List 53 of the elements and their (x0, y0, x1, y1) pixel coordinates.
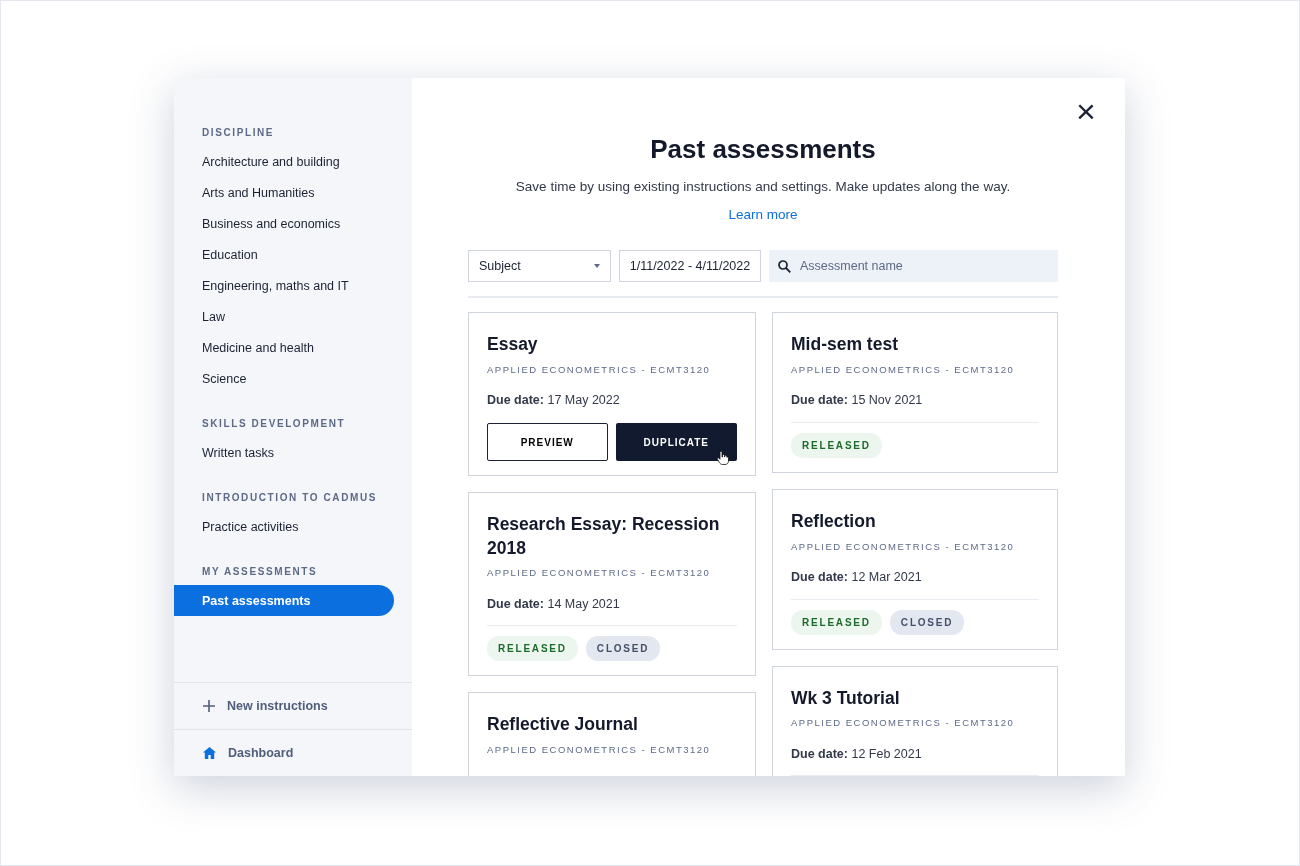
due-date: Due date: 17 May 2022 (487, 392, 621, 410)
search-icon (778, 260, 791, 274)
status-tag: RELEASED (791, 609, 882, 635)
section-heading: MY ASSESSMENTS (201, 565, 319, 579)
dialog-title: Past assessments (649, 134, 877, 166)
sidebar-item[interactable]: Past assessments (174, 585, 394, 616)
sidebar-item[interactable]: Written tasks (174, 437, 394, 468)
due-date: Due date: 12 Mar 2021 (791, 567, 1039, 600)
section-heading: DISCIPLINE (201, 126, 276, 140)
card-title: Wk 3 Tutorial (791, 686, 901, 710)
sidebar-item[interactable]: Law (174, 301, 394, 332)
sidebar-item[interactable]: Architecture and building (174, 146, 394, 177)
status-tag: CLOSED (585, 636, 661, 662)
status-tag: RELEASED (487, 636, 578, 662)
plus-icon (203, 700, 215, 712)
home-icon (203, 747, 216, 759)
dialog-subtitle: Save time by using existing instructions and settings. Make updates along the way. (514, 178, 1012, 197)
caret-icon (594, 264, 600, 269)
close-button[interactable]: × (1069, 94, 1103, 128)
status-tag: CLOSED (889, 609, 965, 635)
search-field[interactable]: Assessment name (769, 250, 1058, 283)
card-title: Research Essay: Recession 2018 (487, 513, 721, 560)
section-heading: INTRODUCTION TO CADMUS (201, 491, 378, 505)
duplicate-button[interactable]: DUPLICATE (615, 423, 737, 462)
card-title: Reflection (791, 510, 877, 534)
subject-dropdown[interactable]: Subject (468, 250, 611, 283)
course-label: APPLIED ECONOMETRICS - ECMT3120 (791, 363, 1016, 378)
course-label: APPLIED ECONOMETRICS - ECMT3120 (791, 716, 1016, 731)
due-date: Due date: 14 May 2021 (487, 594, 737, 627)
card-title: Reflective Journal (487, 713, 639, 737)
sidebar-item[interactable]: Engineering, maths and IT (174, 270, 394, 301)
due-date: Due date: 15 Nov 2021 (791, 391, 1039, 424)
sidebar-item[interactable]: Business and economics (174, 208, 394, 239)
course-label: APPLIED ECONOMETRICS - ECMT3120 (487, 742, 712, 757)
sidebar-link[interactable]: Dashboard (228, 743, 294, 763)
card-title: Mid-sem test (791, 333, 899, 357)
card-title: Essay (487, 333, 539, 357)
sidebar-item[interactable]: Science (174, 363, 394, 394)
due-date: Due date: 12 Feb 2021 (791, 744, 1039, 776)
sidebar-item[interactable]: Practice activities (174, 511, 394, 542)
status-tag: RELEASED (791, 433, 882, 459)
section-heading: SKILLS DEVELOPMENT (201, 417, 347, 431)
sidebar-item[interactable]: Arts and Humanities (174, 177, 394, 208)
course-label: APPLIED ECONOMETRICS - ECMT3120 (791, 539, 1016, 554)
sidebar-link[interactable]: New instructions (227, 696, 328, 716)
date-range-field[interactable]: 1/11/2022 - 4/11/2022 (619, 250, 761, 283)
course-label: APPLIED ECONOMETRICS - ECMT3120 (487, 363, 712, 378)
learn-more-link[interactable]: Learn more (728, 207, 798, 223)
sidebar-item[interactable]: Medicine and health (174, 332, 394, 363)
pointer-cursor-icon (717, 451, 729, 466)
course-label: APPLIED ECONOMETRICS - ECMT3120 (487, 566, 712, 581)
preview-button[interactable]: PREVIEW (487, 423, 608, 462)
sidebar-item[interactable]: Education (174, 239, 394, 270)
